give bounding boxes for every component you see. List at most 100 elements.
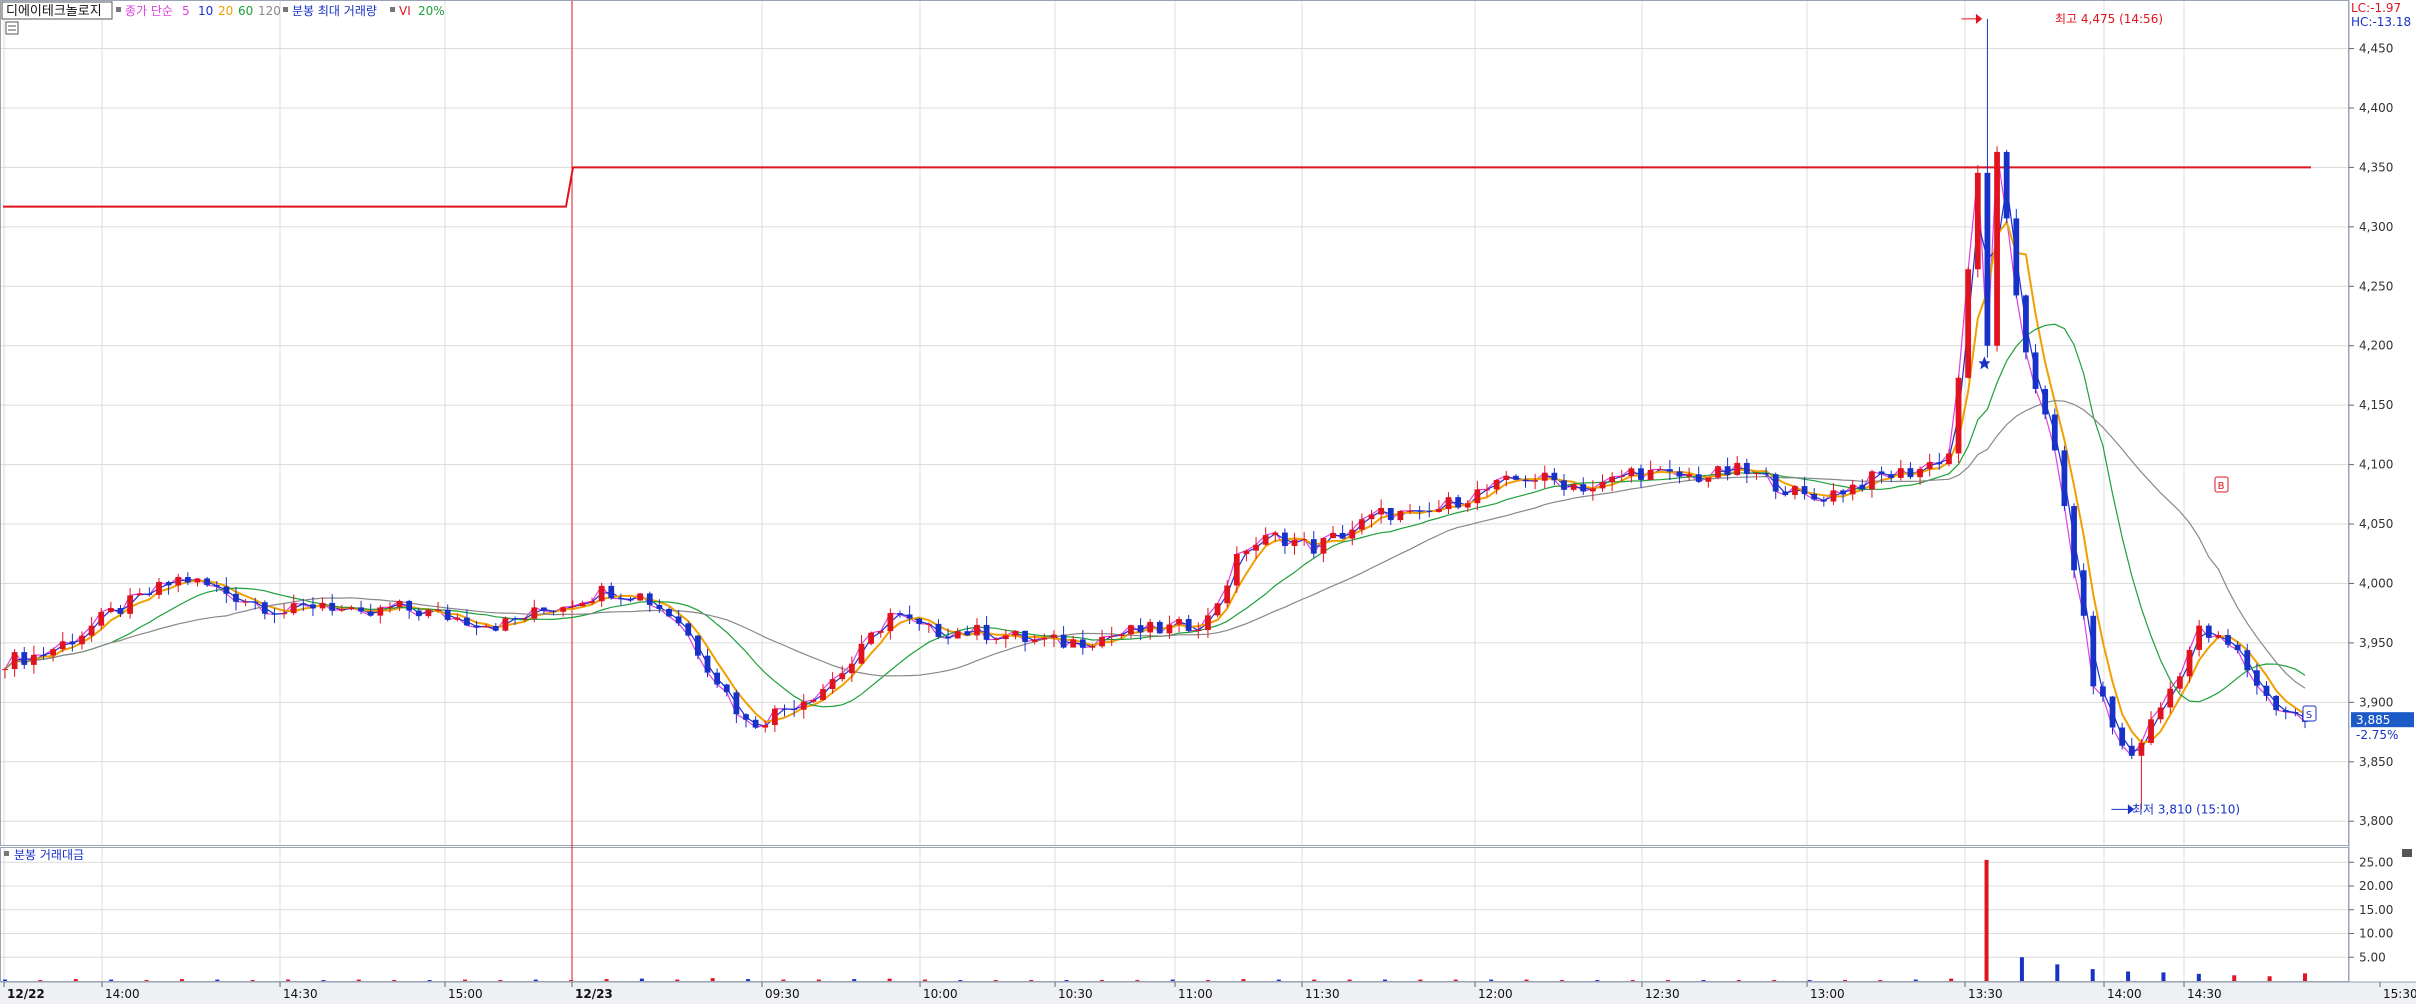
volume-bar [1595,980,1600,982]
x-tick-label: 10:00 [923,987,958,1001]
ma-period-5: 5 [182,4,190,18]
candle-body [1253,544,1259,551]
candle-body [2100,686,2106,697]
y-tick-label: 3,950 [2359,636,2393,650]
volume-bar [1701,980,1706,982]
volume-bar [2090,969,2095,981]
candle-body [1859,484,1866,490]
candle-body [2051,414,2058,451]
candle-body [1214,603,1221,616]
volume-settings-icon[interactable] [283,7,288,12]
candle-body [685,623,692,636]
volume-bar [1347,979,1352,981]
candle-body [1310,539,1317,554]
volume-bar [993,980,998,982]
volume-bar [356,979,361,981]
candle-body [30,654,37,665]
x-tick-label: 15:00 [448,987,483,1001]
candle-body [589,601,595,604]
candle-body [1763,473,1769,475]
candle-body [464,617,470,626]
candle-body [1397,511,1404,521]
chart-canvas[interactable]: 4,450 4,400 4,350 4,300 4,250 4,200 4,150 4,100… [0,0,2416,1004]
volume-bar [498,980,503,982]
candle-body [2061,450,2068,507]
ma-settings-icon[interactable] [116,7,121,12]
candle-body [1089,646,1096,648]
candle-body [1147,621,1154,633]
ma-period-120: 120 [258,4,281,18]
volume-bar [1418,979,1423,981]
candle-body [261,602,268,614]
volume-bar [1807,980,1812,982]
candle-body [242,601,249,603]
candle-body [1205,615,1211,631]
candle-body [1484,489,1490,491]
high-annotation: 최고 4,475 (14:56) [2055,12,2163,26]
volume-bar [3,979,7,981]
candle-body [858,643,865,664]
volume-bar [1984,859,1989,981]
candle-body [1070,639,1077,648]
candle-body [733,692,740,715]
sub-panel-settings-icon[interactable] [4,851,9,856]
candle-body [2234,644,2241,651]
candle-body [1772,474,1779,492]
candle-body [1493,480,1500,490]
candle-body [579,603,586,607]
candle-body [1368,514,1375,520]
candle-body [714,672,721,685]
candle-body [348,607,355,610]
candle-body [1686,474,1692,477]
candle-body [1474,489,1481,504]
candle-body [752,719,759,728]
candle-body [1965,269,1972,378]
candle-body [608,585,615,599]
candle-body [1320,538,1327,554]
stock-name: 디에이테크놀로지 [6,4,102,19]
candle-body [1522,479,1529,481]
candle-body [1974,172,1981,270]
candle-body [1416,510,1423,512]
candle-body [1801,486,1808,495]
candle-body [848,663,855,674]
candle-body [1541,472,1548,481]
x-tick-label: 10:30 [1058,987,1093,1001]
candle-body [637,593,644,601]
x-tick-label: 14:30 [2187,987,2222,1001]
candle-body [2013,218,2020,296]
stock-chart[interactable]: 4,450 4,400 4,350 4,300 4,250 4,200 4,150 4,100… [0,0,2416,1004]
volume-bar [1949,978,1954,981]
candle-body [338,609,345,611]
volume-bar [73,979,78,981]
volume-bar [38,980,43,982]
candle-body [1407,510,1413,512]
candle-body [69,641,76,645]
vi-settings-icon[interactable] [390,7,395,12]
candle-body [1041,637,1048,640]
volume-bar [250,980,255,982]
candle-body [800,701,807,710]
candle-body [906,614,913,619]
candle-body [1291,540,1298,546]
volume-bar [887,978,892,981]
sub-panel-maximize-icon[interactable] [2402,849,2412,857]
candle-body [704,655,711,673]
volume-bar [1843,980,1847,982]
table-toggle-icon[interactable] [5,21,19,35]
volume-tick-label: 15.00 [2359,903,2393,917]
volume-bar [1383,979,1387,981]
candle-body [387,607,393,609]
candle-body [2186,649,2193,677]
candle-body [2177,676,2183,689]
candle-body [964,631,971,636]
candle-body [666,608,672,617]
candle-body [1618,476,1625,478]
y-tick-label: 4,000 [2359,576,2393,590]
x-tick-label: 12:00 [1478,987,1513,1001]
candle-body [1512,475,1519,480]
candle-body [281,613,287,615]
candle-body [531,607,538,619]
candle-body [1820,499,1827,502]
volume-bar [781,979,786,981]
